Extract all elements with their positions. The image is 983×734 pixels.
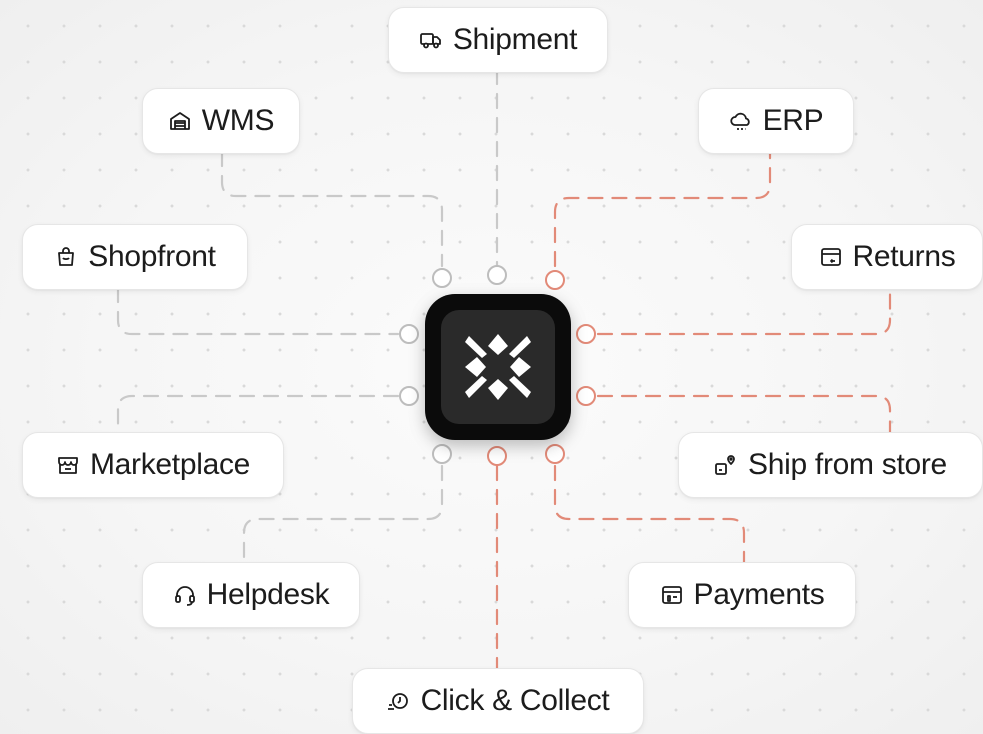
- port-top-right: [545, 270, 565, 290]
- port-right-upper: [576, 324, 596, 344]
- port-bottom-right: [545, 444, 565, 464]
- x-logo-icon: [465, 334, 531, 400]
- hub-logo-tile: [441, 310, 555, 424]
- cloud-icon: [729, 109, 753, 133]
- connector-shopfront: [116, 286, 400, 336]
- node-payments[interactable]: Payments: [628, 562, 856, 628]
- storefront-icon: [56, 453, 80, 477]
- connector-marketplace: [116, 394, 400, 434]
- warehouse-icon: [168, 109, 192, 133]
- return-box-icon: [819, 245, 843, 269]
- node-helpdesk[interactable]: Helpdesk: [142, 562, 360, 628]
- node-shipment[interactable]: Shipment: [388, 7, 608, 73]
- node-label: Shipment: [452, 23, 578, 56]
- port-bottom-center: [487, 446, 507, 466]
- port-left-upper: [399, 324, 419, 344]
- store-location-icon: [714, 453, 738, 477]
- node-returns[interactable]: Returns: [791, 224, 983, 290]
- headset-icon: [173, 583, 197, 607]
- node-shopfront[interactable]: Shopfront: [22, 224, 248, 290]
- connector-erp: [553, 150, 772, 268]
- port-right-lower: [576, 386, 596, 406]
- node-wms[interactable]: WMS: [142, 88, 300, 154]
- connector-wms: [220, 150, 444, 268]
- node-label: ERP: [762, 104, 824, 137]
- node-label: Payments: [693, 578, 825, 611]
- node-label: Shopfront: [88, 240, 216, 273]
- fast-pickup-icon: [387, 689, 411, 713]
- shopping-bag-icon: [54, 245, 78, 269]
- port-left-lower: [399, 386, 419, 406]
- node-marketplace[interactable]: Marketplace: [22, 432, 284, 498]
- connector-ship-from-store: [596, 394, 892, 434]
- node-label: Click & Collect: [420, 684, 610, 717]
- truck-icon: [419, 28, 443, 52]
- node-label: Returns: [852, 240, 956, 273]
- port-bottom-left: [432, 444, 452, 464]
- node-label: WMS: [201, 104, 275, 137]
- node-ship-from-store[interactable]: Ship from store: [678, 432, 983, 498]
- card-terminal-icon: [660, 583, 684, 607]
- port-top-left: [432, 268, 452, 288]
- hub-logo: [425, 294, 571, 440]
- node-click-collect[interactable]: Click & Collect: [352, 668, 644, 734]
- port-top-center: [487, 265, 507, 285]
- node-erp[interactable]: ERP: [698, 88, 854, 154]
- node-label: Marketplace: [89, 448, 251, 481]
- connector-returns: [596, 288, 892, 336]
- node-label: Helpdesk: [206, 578, 330, 611]
- node-label: Ship from store: [748, 448, 947, 481]
- integration-diagram: Shipment WMS ERP Shopfront Returns Marke…: [0, 0, 983, 734]
